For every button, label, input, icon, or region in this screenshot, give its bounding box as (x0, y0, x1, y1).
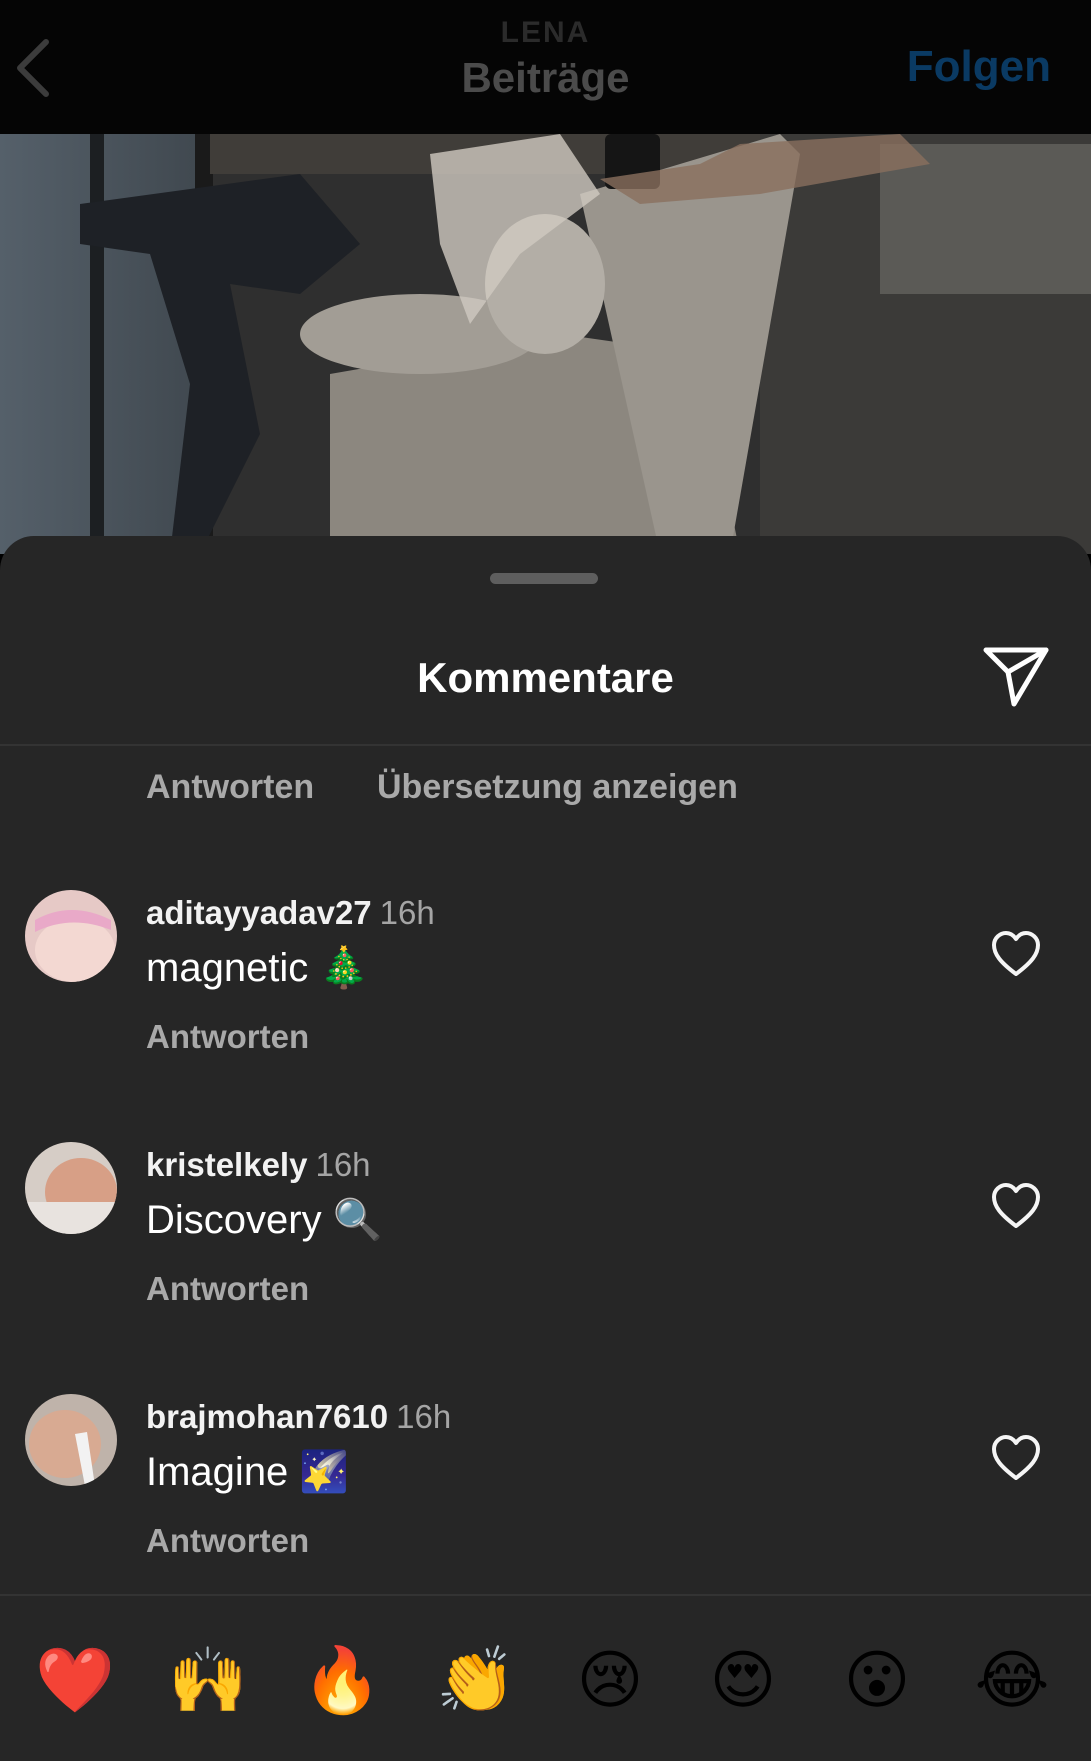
avatar-image (25, 1142, 117, 1234)
top-nav-bar: LENA Beiträge Folgen (0, 0, 1091, 134)
reaction-crying-emoji[interactable]: 😢 (570, 1640, 650, 1720)
comment-item: brajmohan7610 16h Imagine 🌠 Antworten (0, 1394, 1091, 1594)
reaction-bar-divider (0, 1594, 1091, 1596)
header-divider (0, 744, 1091, 746)
comments-sheet: Kommentare Antworten Übersetzung anzeige… (0, 536, 1091, 1761)
comment-time: 16h (315, 1146, 371, 1183)
reaction-clap-emoji[interactable]: 👏 (436, 1640, 516, 1720)
comment-time: 16h (379, 894, 435, 931)
reply-button[interactable]: Antworten (146, 1522, 309, 1560)
share-send-icon[interactable] (982, 644, 1050, 710)
reaction-laughing-emoji[interactable]: 😂 (972, 1640, 1052, 1720)
reply-button[interactable]: Antworten (146, 1018, 309, 1056)
avatar-image (25, 1394, 117, 1486)
comment-time: 16h (396, 1398, 452, 1435)
comment-item: kristelkely 16h Discovery 🔍 Antworten (0, 1142, 1091, 1342)
comment-username[interactable]: brajmohan7610 16h (146, 1398, 451, 1436)
like-heart-icon[interactable] (990, 1182, 1042, 1230)
reaction-heart-eyes-emoji[interactable]: 😍 (703, 1640, 783, 1720)
like-heart-icon[interactable] (990, 1434, 1042, 1482)
reaction-surprised-emoji[interactable]: 😮 (837, 1640, 917, 1720)
comment-text: Discovery 🔍 (146, 1198, 383, 1242)
avatar[interactable] (25, 890, 117, 982)
comment-username-text[interactable]: kristelkely (146, 1146, 307, 1183)
comment-username[interactable]: kristelkely 16h (146, 1146, 371, 1184)
reaction-fire-emoji[interactable]: 🔥 (302, 1640, 382, 1720)
avatar-image (25, 890, 117, 982)
comment-username-text[interactable]: aditayyadav27 (146, 894, 372, 931)
post-photo (0, 134, 1091, 554)
reply-button[interactable]: Antworten (146, 1270, 309, 1308)
comment-item: aditayyadav27 16h magnetic 🎄 Antworten (0, 890, 1091, 1090)
reply-button[interactable]: Antworten (146, 768, 314, 807)
follow-button[interactable]: Folgen (907, 42, 1051, 92)
comment-username-text[interactable]: brajmohan7610 (146, 1398, 388, 1435)
avatar[interactable] (25, 1142, 117, 1234)
post-photo-image (0, 134, 1091, 554)
comment-text: magnetic 🎄 (146, 946, 370, 990)
sheet-drag-handle[interactable] (490, 573, 598, 584)
avatar[interactable] (25, 1394, 117, 1486)
show-translation-button[interactable]: Übersetzung anzeigen (377, 768, 738, 807)
sheet-title: Kommentare (417, 654, 674, 701)
reaction-heart-emoji[interactable]: ❤️ (35, 1640, 115, 1720)
comment-text: Imagine 🌠 (146, 1450, 350, 1494)
reaction-raised-hands-emoji[interactable]: 🙌 (168, 1640, 248, 1720)
comment-username[interactable]: aditayyadav27 16h (146, 894, 435, 932)
like-heart-icon[interactable] (990, 930, 1042, 978)
